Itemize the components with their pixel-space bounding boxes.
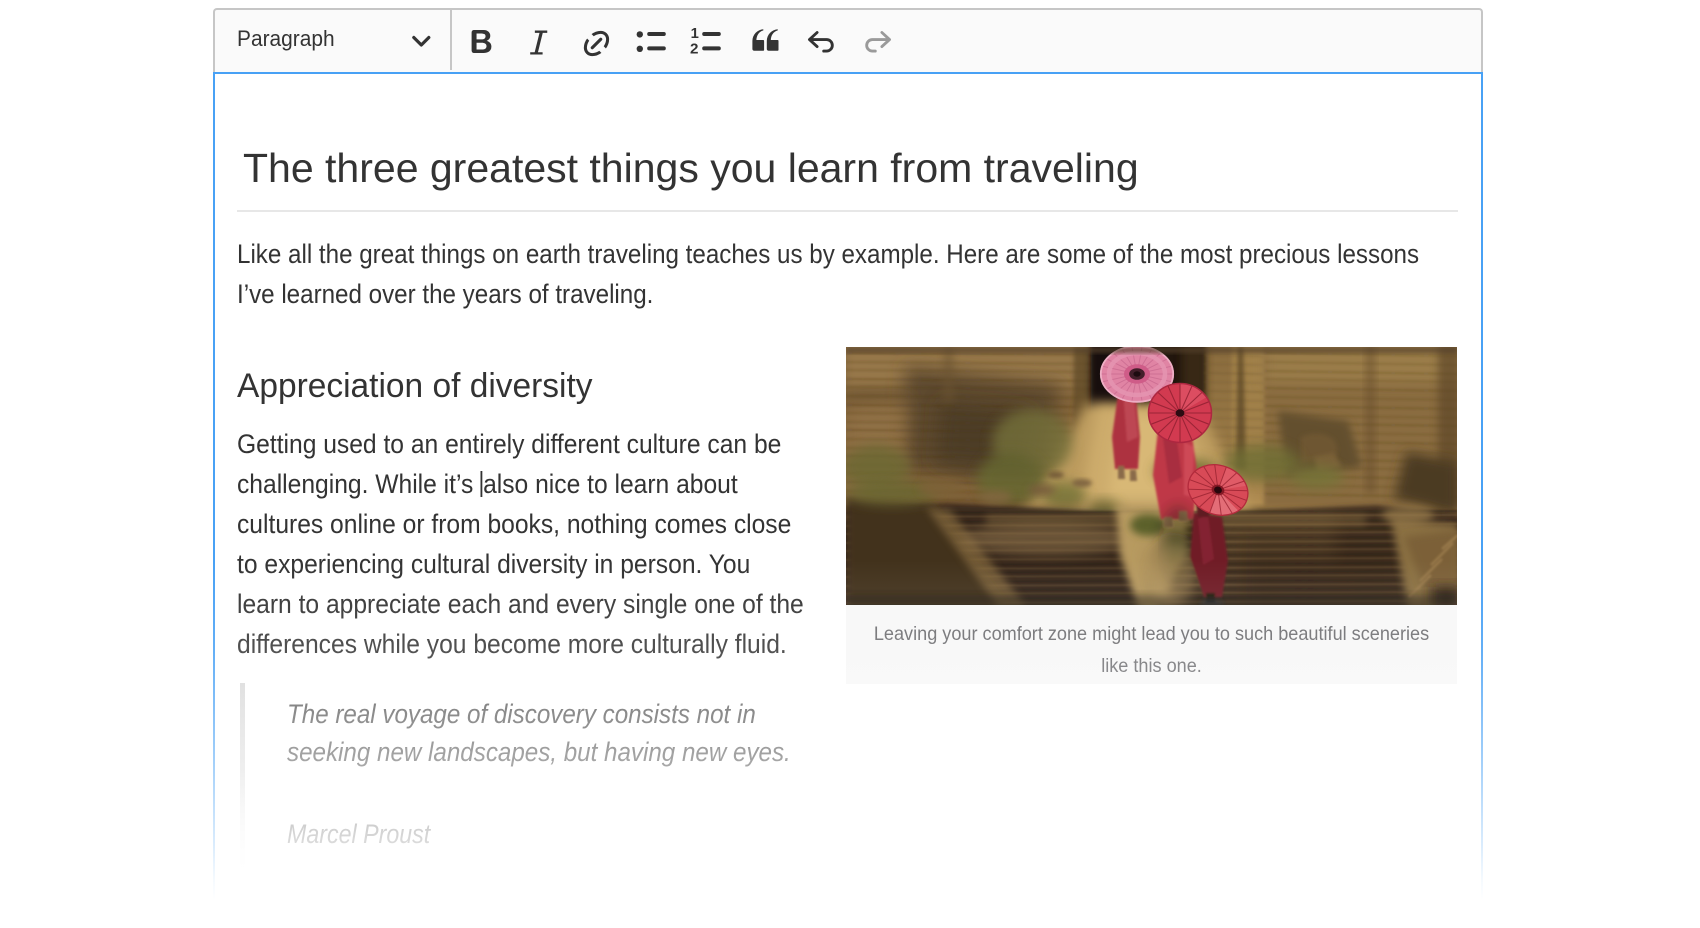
svg-text:1: 1 [691, 26, 699, 42]
svg-text:2: 2 [690, 41, 698, 58]
